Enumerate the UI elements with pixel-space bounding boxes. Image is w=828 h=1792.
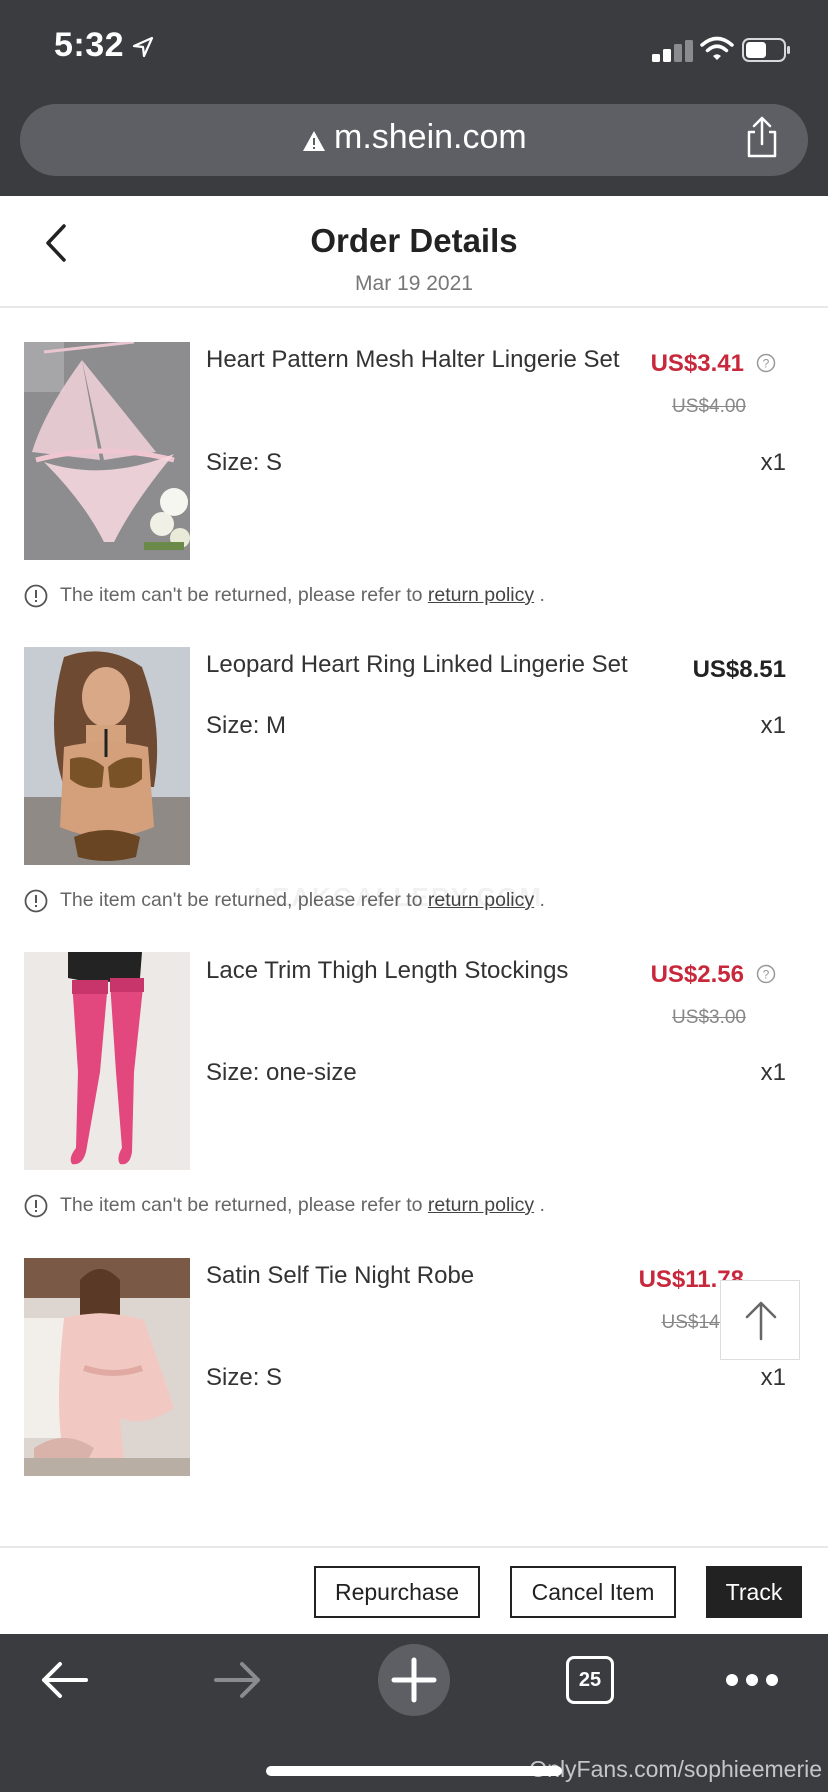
item-size: Size: one-size: [206, 1059, 357, 1086]
watermark-middle: LEAKGALLERY.COM: [254, 882, 544, 912]
item-price: US$8.51: [692, 656, 786, 683]
notice-message: The item can't be returned, please refer…: [60, 1194, 428, 1216]
item-name[interactable]: Satin Self Tie Night Robe: [206, 1262, 474, 1290]
return-policy-link[interactable]: return policy: [428, 1194, 534, 1216]
notice-message: The item can't be returned, please refer…: [60, 584, 428, 606]
item-size: Size: M: [206, 712, 287, 739]
share-icon[interactable]: [744, 116, 780, 158]
battery-icon: [742, 38, 790, 62]
product-image-pink-stockings[interactable]: [24, 952, 190, 1170]
info-circle-icon: [24, 1194, 48, 1218]
return-notice-text: The item can't be returned, please refer…: [60, 1194, 545, 1217]
product-image-heart-lingerie[interactable]: [24, 342, 190, 560]
arrow-up-icon: [745, 1301, 777, 1341]
warning-icon: [303, 131, 325, 151]
return-notice: The item can't be returned, please refer…: [24, 1192, 724, 1222]
home-indicator[interactable]: [266, 1766, 562, 1776]
info-circle-icon: [24, 889, 48, 913]
product-image-satin-robe[interactable]: [24, 1258, 190, 1476]
item-original-price: US$3.00: [672, 1007, 746, 1028]
return-notice-text: The item can't be returned, please refer…: [60, 584, 545, 607]
order-date: Mar 19 2021: [355, 272, 473, 295]
cellular-signal-icon: [652, 40, 693, 62]
return-policy-link[interactable]: return policy: [428, 584, 534, 606]
order-action-bar: Repurchase Cancel Item Track: [0, 1546, 828, 1634]
notice-suffix: .: [534, 1194, 545, 1216]
item-price: US$2.56: [650, 961, 744, 988]
help-icon[interactable]: ?: [756, 353, 776, 373]
location-arrow-icon: [132, 36, 154, 58]
cancel-item-button[interactable]: Cancel Item: [510, 1566, 676, 1618]
help-icon[interactable]: ?: [756, 964, 776, 984]
info-circle-icon: [24, 584, 48, 608]
arrow-left-icon[interactable]: [38, 1656, 90, 1704]
more-icon[interactable]: [722, 1668, 782, 1692]
item-original-price: US$4.00: [672, 396, 746, 417]
item-quantity: x1: [760, 1059, 786, 1086]
product-image-leopard-lingerie[interactable]: [24, 647, 190, 865]
item-size: Size: S: [206, 1364, 283, 1391]
item-price: US$3.41: [650, 350, 744, 377]
track-button[interactable]: Track: [706, 1566, 802, 1618]
arrow-right-icon[interactable]: [212, 1656, 264, 1704]
item-name[interactable]: Leopard Heart Ring Linked Lingerie Set: [206, 651, 628, 679]
return-notice: The item can't be returned, please refer…: [24, 582, 724, 612]
repurchase-button[interactable]: Repurchase: [314, 1566, 480, 1618]
svg-text:?: ?: [763, 357, 770, 371]
item-quantity: x1: [760, 1364, 786, 1391]
item-quantity: x1: [760, 449, 786, 476]
tabs-icon[interactable]: 25: [566, 1656, 614, 1704]
item-name[interactable]: Heart Pattern Mesh Halter Lingerie Set: [206, 346, 620, 374]
plus-icon[interactable]: [378, 1644, 450, 1716]
watermark-bottom: OnlyFans.com/sophieemerie: [529, 1756, 822, 1782]
back-to-top-button[interactable]: [720, 1280, 800, 1360]
wifi-icon: [700, 36, 734, 60]
screen: 5:32 m.shein.com Order Details Mar 19 20…: [0, 0, 828, 1792]
status-time: 5:32: [54, 26, 125, 64]
svg-text:?: ?: [763, 968, 770, 982]
item-size: Size: S: [206, 449, 283, 476]
url-text[interactable]: m.shein.com: [334, 118, 527, 157]
notice-suffix: .: [534, 584, 545, 606]
header-divider: [0, 306, 828, 308]
item-name[interactable]: Lace Trim Thigh Length Stockings: [206, 957, 568, 985]
item-quantity: x1: [760, 712, 786, 739]
page-title: Order Details: [310, 222, 518, 259]
